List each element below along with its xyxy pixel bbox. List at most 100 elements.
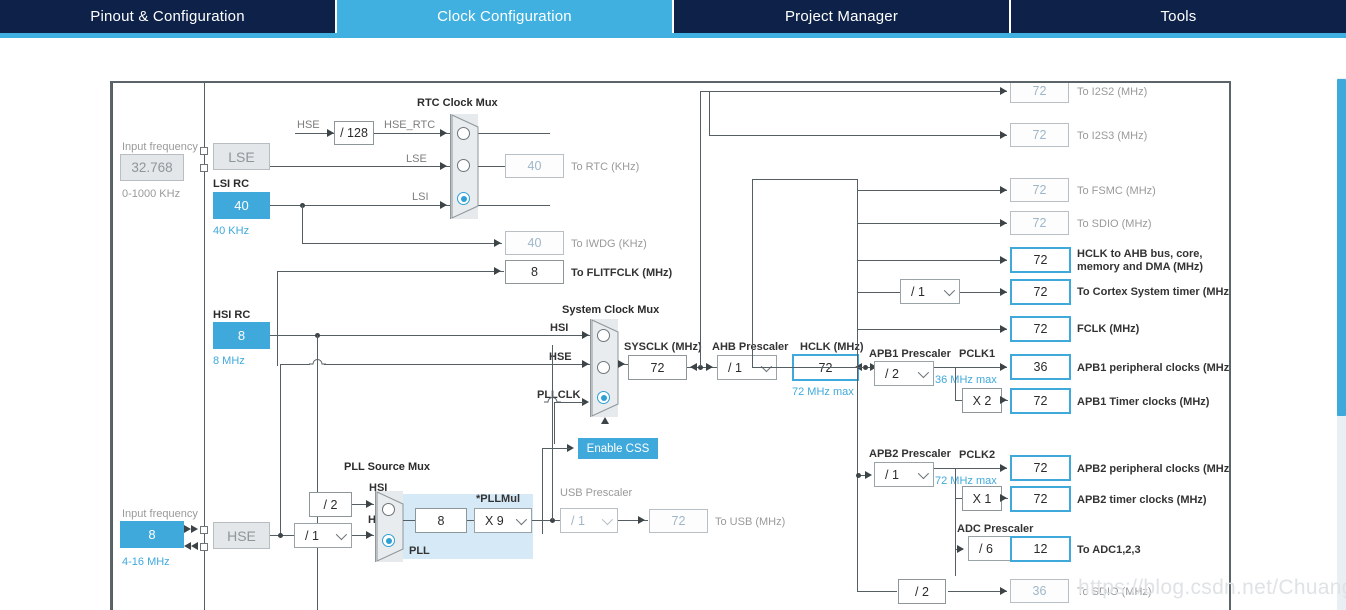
wire-flitf-riser [277,271,278,366]
pllmux-radio-hsi[interactable] [382,503,395,516]
arrow-hse-out-b [191,525,198,533]
tab-project-manager[interactable]: Project Manager [674,0,1011,33]
rtc-clock-mux-title: RTC Clock Mux [417,97,498,109]
rtc-mux-radio-lsi[interactable] [457,192,470,205]
apb1-periph-label: APB1 peripheral clocks (MHz) [1077,362,1231,374]
usb-prescaler-value: / 1 [571,513,585,528]
junction-apb2 [856,473,861,478]
arrow-flitfclk [494,267,501,275]
apb2-timer-value: 72 [1010,486,1071,512]
chevron-down-icon [601,513,614,525]
wire-lsi-down [302,205,303,243]
arrow-div128-in [327,129,334,137]
wire-cortex-a [857,292,900,293]
apb1-prescaler-select[interactable]: / 2 [874,361,934,386]
hse-divider-select[interactable]: / 1 [294,523,352,548]
chevron-down-icon [943,284,956,296]
wire-hse-riser [280,364,281,534]
arrow-hse-in-b [191,542,198,550]
tab-tools[interactable]: Tools [1011,0,1346,33]
apb1-periph-value: 36 [1010,354,1071,380]
cortex-systick-value: 72 [1010,279,1071,305]
chevron-down-icon [335,528,348,540]
to-i2s3-value: 72 [1010,123,1069,147]
lse-pin-in [200,147,208,155]
arrow-fclk [1000,325,1007,333]
apb1-prescaler-label: APB1 Prescaler [869,348,951,360]
arrow-hse-in-a [184,542,191,550]
cortex-prescaler-select[interactable]: / 1 [900,279,960,304]
fclk-label: FCLK (MHz) [1077,323,1140,335]
to-sdio-top-label: To SDIO (MHz) [1077,218,1152,230]
hsi-rc-title: HSI RC [213,309,251,321]
arrow-to-usb [638,516,645,524]
pllmul-select[interactable]: X 9 [474,508,532,533]
lsi-rc-value[interactable]: 40 [213,192,270,219]
vertical-scrollbar-thumb[interactable] [1337,79,1346,416]
hsi-div2-box: / 2 [309,492,352,517]
hse-input-frequency-field[interactable]: 8 [120,521,184,548]
lse-oscillator-box[interactable]: LSE [213,143,270,170]
cortex-prescaler-value: / 1 [911,284,925,299]
tab-clock-configuration[interactable]: Clock Configuration [337,0,674,33]
arrow-cortex [1000,288,1007,296]
fclk-value: 72 [1010,316,1071,342]
sysmux-radio-pllclk[interactable] [597,391,610,404]
sysmux-radio-hsi[interactable] [597,329,610,342]
apb2-prescaler-value: / 1 [885,467,899,482]
usb-prescaler-select[interactable]: / 1 [560,508,618,533]
wire-apb1-timer-drop [955,367,956,400]
rtc-mux-radio-hse[interactable] [457,127,470,140]
enable-css-button[interactable]: Enable CSS [578,438,658,459]
to-i2s3-label: To I2S3 (MHz) [1077,130,1148,142]
wire-sdio-bottom-a [857,591,897,592]
pll-source-mux[interactable] [375,491,404,562]
arrow-lsi-mux [440,201,447,209]
to-usb-label: To USB (MHz) [715,516,786,528]
main-tab-bar: Pinout & Configuration Clock Configurati… [0,0,1346,33]
lsi-rc-unit: 40 KHz [213,225,250,237]
arrow-fsmc [1000,186,1007,194]
apb2-prescaler-label: APB2 Prescaler [869,448,951,460]
rtc-mux-radio-lse[interactable] [457,159,470,172]
hsi-rc-value[interactable]: 8 [213,322,270,349]
hse-oscillator-box[interactable]: HSE [213,522,270,549]
wire-css-in [542,448,570,449]
chevron-down-icon [515,513,528,525]
to-flitfclk-value: 8 [505,260,564,284]
sysmux-input-hsi-label: HSI [550,322,569,334]
to-sdio-bottom-value: 36 [1010,579,1069,603]
apb2-prescaler-select[interactable]: / 1 [874,462,934,487]
adc-prescaler-label: ADC Prescaler [957,523,1034,535]
ahb-prescaler-label: AHB Prescaler [712,341,789,353]
tab-pinout-configuration[interactable]: Pinout & Configuration [0,0,337,33]
arrow-sysclk-tap [690,363,697,371]
apb2-timer-multiplier: X 1 [962,486,1002,511]
hclk-label: HCLK (MHz) [800,341,864,353]
lse-pin-out [200,164,208,172]
lse-input-frequency-field[interactable]: 32.768 [120,154,184,181]
lse-input-frequency-label: Input frequency [122,141,198,153]
arrow-sysclk-in [618,360,625,368]
wire-fclk [857,329,1007,330]
junction-hse-osc [278,533,283,538]
system-clock-mux[interactable] [590,319,619,417]
to-usb-value: 72 [649,509,708,533]
wire-apb2-branch [955,468,956,576]
arrow-apb2-periph [1000,464,1007,472]
wire-css-riser [542,448,543,534]
to-sdio-bottom-label: To SDIO (MHz) [1077,586,1152,598]
to-flitfclk-label: To FLITFCLK (MHz) [571,267,673,279]
wire-pclk1 [934,367,1007,368]
pllmux-radio-hse[interactable] [382,534,395,547]
chevron-down-icon [917,467,930,479]
pllmul-label: *PLLMul [476,493,520,505]
arrow-sdio-bottom [1000,587,1007,595]
to-rtc-value: 40 [505,154,564,178]
apb1-timer-value: 72 [1010,388,1071,414]
clock-tree-canvas[interactable]: Input frequency 32.768 0-1000 KHz LSE LS… [110,81,1231,610]
arrow-lse-mux [440,162,447,170]
sysmux-radio-hse[interactable] [597,361,610,374]
rtc-clock-mux[interactable] [450,114,479,219]
arrow-adc-in [957,545,964,553]
